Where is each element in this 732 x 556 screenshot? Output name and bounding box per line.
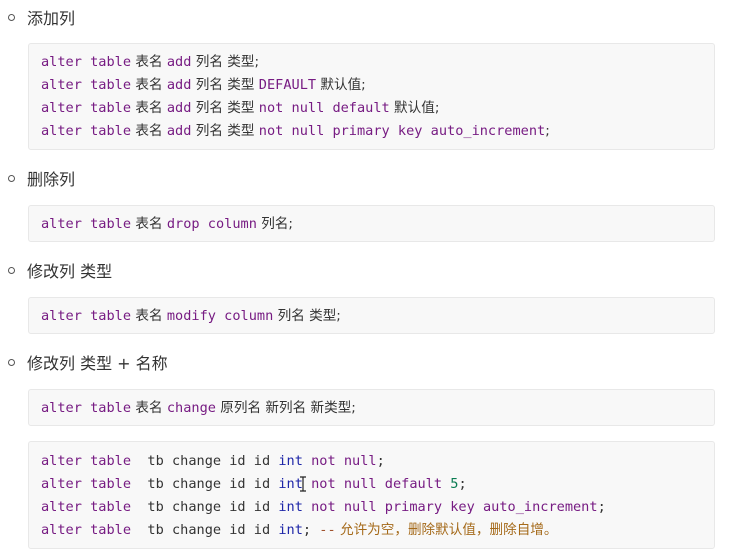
- section-heading-add-column: 添加列: [8, 6, 75, 28]
- bullet-icon: [8, 174, 15, 182]
- section-heading-drop-column: 删除列: [8, 167, 75, 189]
- code-line: alter table 表名 add 列名 类型 not null primar…: [41, 123, 550, 139]
- code-line: alter table tb change id id int; -- 允许为空…: [41, 522, 558, 538]
- code-line: alter table tb change id id int not null…: [41, 453, 385, 469]
- code-line: alter table 表名 add 列名 类型 DEFAULT 默认值;: [41, 77, 366, 93]
- code-line: alter table tb change id id int not null…: [41, 476, 467, 492]
- code-line: alter table 表名 add 列名 类型;: [41, 54, 260, 70]
- heading-text: 添加列: [27, 9, 76, 28]
- bullet-icon: [8, 358, 15, 366]
- code-line: alter table 表名 change 原列名 新列名 新类型;: [41, 400, 356, 416]
- code-line: alter table tb change id id int not null…: [41, 499, 606, 515]
- text-cursor-icon: [300, 476, 306, 492]
- heading-text: 修改列 类型 + 名称: [27, 354, 168, 373]
- heading-text: 删除列: [27, 170, 76, 189]
- code-block-change-column: alter table 表名 change 原列名 新列名 新类型;: [28, 389, 715, 426]
- code-block-drop-column: alter table 表名 drop column 列名;: [28, 205, 715, 242]
- bullet-icon: [8, 266, 15, 274]
- code-block-modify-column: alter table 表名 modify column 列名 类型;: [28, 297, 715, 334]
- section-heading-modify-column: 修改列 类型: [8, 259, 112, 281]
- code-block-add-column: alter table 表名 add 列名 类型; alter table 表名…: [28, 43, 715, 150]
- code-line: alter table 表名 add 列名 类型 not null defaul…: [41, 100, 440, 116]
- bullet-icon: [8, 13, 15, 21]
- code-block-example: alter table tb change id id int not null…: [28, 441, 715, 549]
- heading-text: 修改列 类型: [27, 262, 113, 281]
- code-line: alter table 表名 drop column 列名;: [41, 216, 293, 232]
- section-heading-change-column: 修改列 类型 + 名称: [8, 351, 168, 373]
- code-line: alter table 表名 modify column 列名 类型;: [41, 308, 341, 324]
